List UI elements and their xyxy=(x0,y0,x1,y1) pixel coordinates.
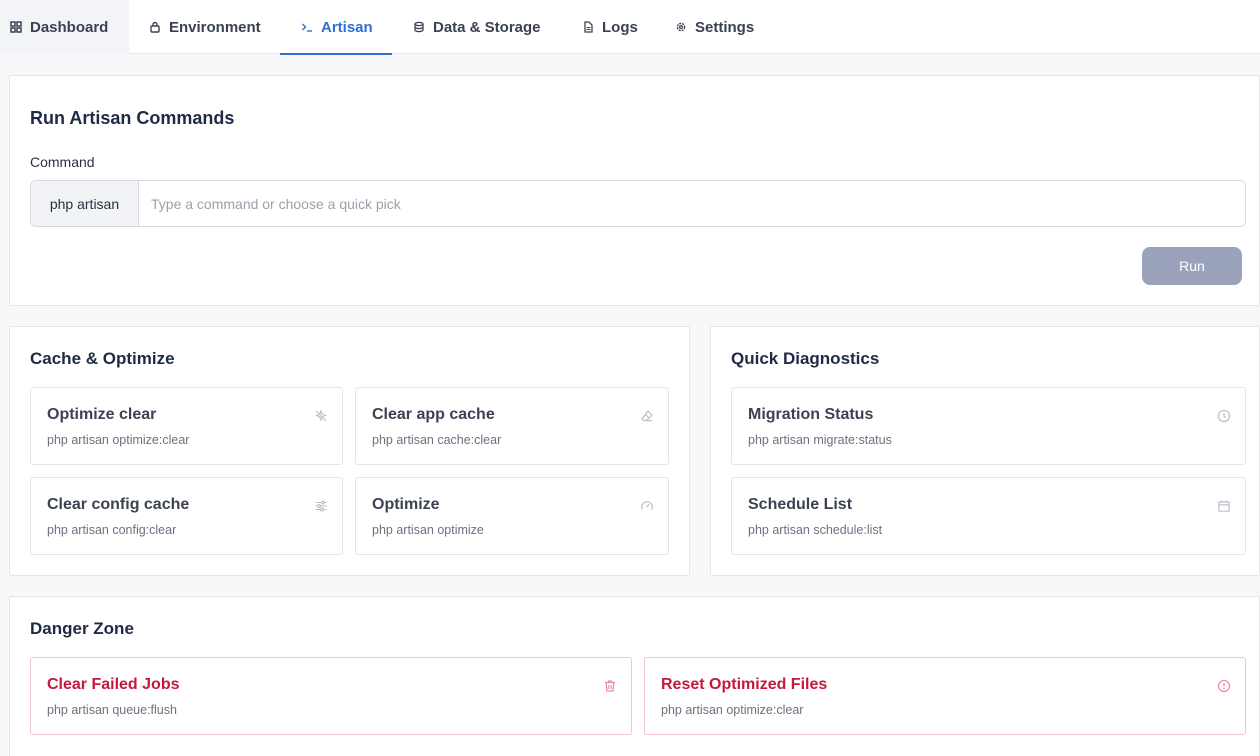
quick-diagnostics-card: Quick Diagnostics Migration Status php a… xyxy=(710,326,1260,576)
optimize-tile[interactable]: Optimize php artisan optimize xyxy=(355,477,669,555)
cache-optimize-title: Cache & Optimize xyxy=(30,349,175,368)
reset-optimized-files-tile[interactable]: Reset Optimized Files php artisan optimi… xyxy=(644,657,1246,735)
trash-icon xyxy=(603,679,617,693)
command-input[interactable] xyxy=(139,181,1245,226)
schedule-list-tile[interactable]: Schedule List php artisan schedule:list xyxy=(731,477,1246,555)
tab-environment[interactable]: Environment xyxy=(149,0,261,54)
tile-title: Clear app cache xyxy=(372,406,495,423)
lock-icon xyxy=(149,21,161,33)
terminal-icon xyxy=(301,21,313,33)
clear-app-cache-tile[interactable]: Clear app cache php artisan cache:clear xyxy=(355,387,669,465)
sliders-icon xyxy=(314,499,328,513)
tab-data-storage[interactable]: Data & Storage xyxy=(413,0,541,54)
tab-artisan[interactable]: Artisan xyxy=(280,0,392,55)
grid-icon xyxy=(10,21,22,33)
run-button[interactable]: Run xyxy=(1142,247,1242,285)
sparkle-off-icon xyxy=(314,409,328,423)
tile-command: php artisan queue:flush xyxy=(47,703,177,717)
tile-title: Migration Status xyxy=(748,406,874,423)
tile-command: php artisan cache:clear xyxy=(372,433,502,447)
calendar-icon xyxy=(1217,499,1231,513)
tab-settings[interactable]: Settings xyxy=(675,0,754,54)
tab-label: Environment xyxy=(169,18,261,36)
command-prefix: php artisan xyxy=(31,181,139,226)
database-icon xyxy=(413,21,425,33)
optimize-clear-tile[interactable]: Optimize clear php artisan optimize:clea… xyxy=(30,387,343,465)
migration-status-tile[interactable]: Migration Status php artisan migrate:sta… xyxy=(731,387,1246,465)
run-commands-title: Run Artisan Commands xyxy=(30,108,235,128)
clock-icon xyxy=(1217,409,1231,423)
tile-command: php artisan config:clear xyxy=(47,523,177,537)
command-label: Command xyxy=(30,154,95,170)
file-icon xyxy=(582,21,594,33)
tile-title: Reset Optimized Files xyxy=(661,676,828,693)
tile-command: php artisan optimize:clear xyxy=(661,703,804,717)
tile-title: Clear Failed Jobs xyxy=(47,676,180,693)
run-commands-card: Run Artisan Commands Command php artisan… xyxy=(9,75,1260,306)
tile-command: php artisan optimize:clear xyxy=(47,433,190,447)
tile-title: Clear config cache xyxy=(47,496,190,513)
clear-failed-jobs-tile[interactable]: Clear Failed Jobs php artisan queue:flus… xyxy=(30,657,632,735)
tile-command: php artisan optimize xyxy=(372,523,484,537)
tab-dashboard[interactable]: Dashboard xyxy=(0,0,129,54)
tile-command: php artisan schedule:list xyxy=(748,523,883,537)
cache-optimize-card: Cache & Optimize Optimize clear php arti… xyxy=(9,326,690,576)
command-input-group: php artisan xyxy=(30,180,1246,227)
tab-label: Data & Storage xyxy=(433,18,541,36)
gear-icon xyxy=(675,21,687,33)
quick-diagnostics-title: Quick Diagnostics xyxy=(731,349,880,368)
tile-title: Optimize xyxy=(372,496,440,513)
eraser-icon xyxy=(640,409,654,423)
tab-label: Artisan xyxy=(321,18,373,36)
danger-zone-card: Danger Zone Clear Failed Jobs php artisa… xyxy=(9,596,1260,756)
tab-label: Logs xyxy=(602,18,638,36)
clear-config-cache-tile[interactable]: Clear config cache php artisan config:cl… xyxy=(30,477,343,555)
tile-title: Schedule List xyxy=(748,496,853,513)
alert-circle-icon xyxy=(1217,679,1231,693)
tab-label: Settings xyxy=(695,18,755,36)
gauge-icon xyxy=(640,499,654,513)
tile-title: Optimize clear xyxy=(47,406,157,423)
top-nav: Dashboard Environment Artisan Data & Sto… xyxy=(0,0,1260,55)
danger-zone-title: Danger Zone xyxy=(30,619,134,638)
tab-logs[interactable]: Logs xyxy=(582,0,638,54)
tile-command: php artisan migrate:status xyxy=(748,433,892,447)
tab-label: Dashboard xyxy=(30,18,109,36)
